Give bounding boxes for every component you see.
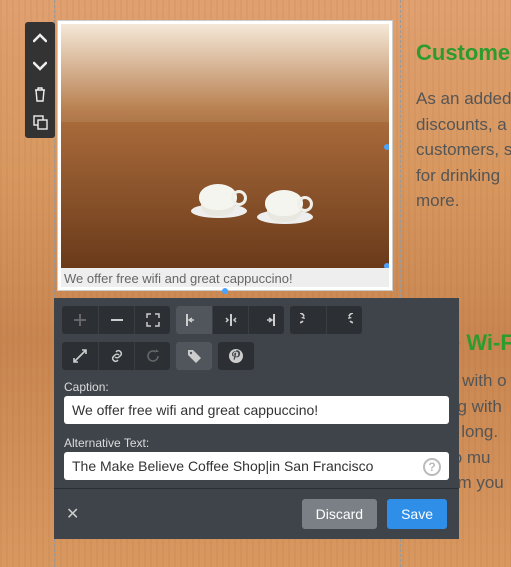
resize-handle-bottom-right[interactable]	[384, 263, 389, 268]
caption-label: Caption:	[54, 376, 459, 396]
image-editor-panel: Caption: Alternative Text: ? ✕ Discard S…	[54, 298, 459, 539]
alt-text-label: Alternative Text:	[54, 432, 459, 452]
link-button[interactable]	[98, 342, 134, 370]
plus-icon	[73, 313, 87, 327]
resize-handle-right[interactable]	[384, 144, 389, 150]
align-center-button[interactable]	[212, 306, 248, 334]
align-left-button[interactable]	[176, 306, 212, 334]
move-down-button[interactable]	[31, 58, 49, 74]
link-icon	[109, 349, 125, 363]
resize-handle-bottom[interactable]	[222, 288, 228, 294]
undo-icon	[300, 313, 316, 327]
move-up-button[interactable]	[31, 30, 49, 46]
pinterest-button[interactable]	[218, 342, 254, 370]
expand-diagonal-icon	[73, 349, 87, 363]
toolbar-row-2	[54, 342, 459, 376]
align-center-icon	[223, 313, 239, 327]
trash-icon	[33, 87, 47, 102]
duplicate-button[interactable]	[31, 114, 49, 130]
question-icon: ?	[428, 460, 435, 474]
copy-icon	[33, 115, 48, 130]
save-button[interactable]: Save	[387, 499, 447, 529]
chevron-down-icon	[33, 61, 47, 71]
minus-icon	[110, 313, 124, 327]
add-image-button[interactable]	[62, 306, 98, 334]
image-caption-display: We offer free wifi and great cappuccino!	[61, 268, 389, 287]
heading-customer: Custome	[416, 40, 510, 66]
refresh-icon	[146, 349, 160, 363]
image-block[interactable]: We offer free wifi and great cappuccino!	[57, 20, 393, 291]
editor-footer: ✕ Discard Save	[54, 488, 459, 539]
image-preview[interactable]	[61, 24, 389, 268]
redo-icon	[337, 313, 353, 327]
align-left-icon	[186, 313, 202, 327]
tag-icon	[187, 349, 202, 363]
crop-button[interactable]	[134, 306, 170, 334]
discard-button[interactable]: Discard	[302, 499, 377, 529]
paragraph-customer: As an added discounts, a customers, s fo…	[416, 86, 511, 214]
toolbar-row-1	[54, 298, 459, 342]
align-right-icon	[259, 313, 275, 327]
undo-button[interactable]	[290, 306, 326, 334]
remove-image-button[interactable]	[98, 306, 134, 334]
tag-button[interactable]	[176, 342, 212, 370]
close-button[interactable]: ✕	[66, 504, 86, 524]
block-side-toolbar	[25, 22, 55, 138]
chevron-up-icon	[33, 33, 47, 43]
redo-button[interactable]	[326, 306, 362, 334]
close-icon: ✕	[66, 506, 79, 523]
delete-button[interactable]	[31, 86, 49, 102]
arrows-out-icon	[146, 313, 160, 327]
align-right-button[interactable]	[248, 306, 284, 334]
refresh-button[interactable]	[134, 342, 170, 370]
alt-text-help-button[interactable]: ?	[423, 458, 441, 476]
alt-text-input[interactable]	[64, 452, 449, 480]
fullsize-button[interactable]	[62, 342, 98, 370]
caption-input[interactable]	[64, 396, 449, 424]
pinterest-icon	[228, 348, 244, 364]
